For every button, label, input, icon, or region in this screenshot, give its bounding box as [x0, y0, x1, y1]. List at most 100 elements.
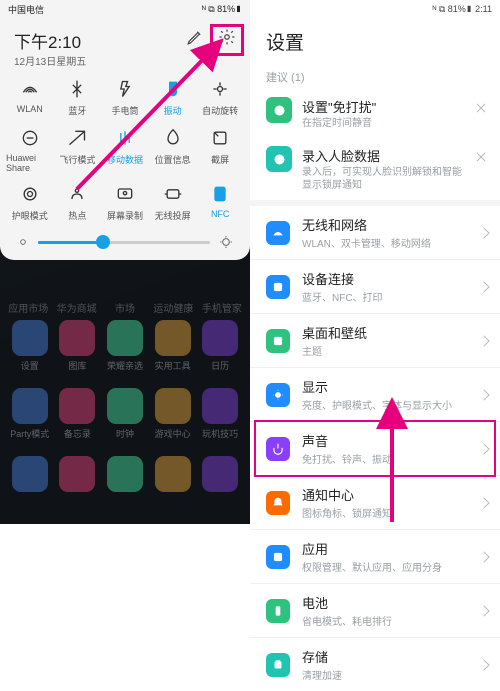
settings-row-设备连接[interactable]: 设备连接蓝牙、NFC、打印	[250, 260, 500, 314]
qs-icon	[19, 183, 41, 205]
status-bar: ᴺ ⧉ 81%▮ 2:11	[250, 0, 500, 18]
qs-label: NFC	[211, 209, 230, 219]
app-icon[interactable]: 荣耀亲选	[103, 320, 147, 372]
chevron-right-icon	[478, 551, 489, 562]
qs-tile-自动旋转[interactable]: 自动旋转	[196, 78, 244, 117]
qs-tile-护眼模式[interactable]: 护眼模式	[6, 183, 54, 222]
qs-tile-无线投屏[interactable]: 无线投屏	[149, 183, 197, 222]
qs-tile-屏幕录制[interactable]: 屏幕录制	[101, 183, 149, 222]
qs-label: 位置信息	[155, 153, 191, 166]
brightness-low-icon	[16, 235, 30, 249]
qs-label: 手电筒	[111, 104, 138, 117]
settings-row-声音[interactable]: 声音免打扰、铃声、振动	[250, 422, 500, 476]
close-icon[interactable]	[474, 101, 488, 115]
home-tab: 市场	[103, 300, 147, 315]
row-icon	[266, 653, 290, 677]
qs-icon	[209, 127, 231, 149]
qs-tile-移动数据[interactable]: 移动数据	[101, 127, 149, 173]
home-tabs: 应用市场 华为商城 市场 运动健康 手机管家	[0, 300, 250, 315]
qs-label: 振动	[164, 104, 182, 117]
app-icon[interactable]: 玩机技巧	[198, 388, 242, 440]
app-icon[interactable]	[103, 456, 147, 495]
qs-label: 无线投屏	[155, 209, 191, 222]
qs-label: WLAN	[17, 104, 43, 114]
row-title: 存储	[302, 647, 468, 666]
qs-tile-WLAN[interactable]: WLAN	[6, 78, 54, 117]
row-sub: 蓝牙、NFC、打印	[302, 289, 468, 304]
qs-icon	[66, 127, 88, 149]
qs-icon	[66, 183, 88, 205]
settings-row-电池[interactable]: 电池省电模式、耗电排行	[250, 584, 500, 638]
app-icon[interactable]: 备忘录	[55, 388, 99, 440]
row-title: 电池	[302, 593, 468, 612]
chevron-right-icon	[478, 659, 489, 670]
app-icon[interactable]: 游戏中心	[151, 388, 195, 440]
suggestion-title: 录入人脸数据	[302, 146, 464, 165]
qs-icon	[209, 78, 231, 100]
qs-label: 屏幕录制	[107, 209, 143, 222]
qs-icon	[19, 127, 41, 149]
qs-tile-Huawei Share[interactable]: Huawei Share	[6, 127, 54, 173]
qs-label: 护眼模式	[12, 209, 48, 222]
qs-tile-热点[interactable]: 热点	[54, 183, 102, 222]
settings-row-桌面和壁纸[interactable]: 桌面和壁纸主题	[250, 314, 500, 368]
qs-icon	[162, 127, 184, 149]
app-icon[interactable]	[198, 456, 242, 495]
row-title: 设备连接	[302, 269, 468, 288]
row-sub: 图标角标、锁屏通知	[302, 505, 468, 520]
settings-row-显示[interactable]: 显示亮度、护眼模式、字体与显示大小	[250, 368, 500, 422]
close-icon[interactable]	[474, 150, 488, 164]
suggestion-row[interactable]: 录入人脸数据录入后，可实现人脸识别解锁和智能显示锁屏通知	[250, 138, 500, 200]
row-icon	[266, 383, 290, 407]
qs-icon	[162, 78, 184, 100]
qs-tile-位置信息[interactable]: 位置信息	[149, 127, 197, 173]
chevron-right-icon	[478, 605, 489, 616]
settings-row-无线和网络[interactable]: 无线和网络WLAN、双卡管理、移动网络	[250, 206, 500, 260]
app-icon[interactable]: 图库	[55, 320, 99, 372]
app-icon[interactable]	[8, 456, 52, 495]
qs-tile-NFC[interactable]: NFC	[196, 183, 244, 222]
settings-row-存储[interactable]: 存储清理加速	[250, 638, 500, 691]
app-icon[interactable]: 实用工具	[151, 320, 195, 372]
suggestion-sub: 录入后，可实现人脸识别解锁和智能显示锁屏通知	[302, 166, 464, 192]
app-icon[interactable]: 时钟	[103, 388, 147, 440]
app-icon[interactable]: Party模式	[8, 388, 52, 440]
auto-brightness-icon[interactable]	[218, 234, 234, 250]
settings-row-通知中心[interactable]: 通知中心图标角标、锁屏通知	[250, 476, 500, 530]
brightness-slider[interactable]	[6, 226, 244, 250]
home-tab: 应用市场	[6, 300, 50, 315]
row-icon	[266, 329, 290, 353]
app-icon[interactable]	[151, 456, 195, 495]
row-title: 无线和网络	[302, 215, 468, 234]
row-sub: 免打扰、铃声、振动	[302, 451, 468, 466]
row-title: 显示	[302, 377, 468, 396]
annotation-box-settings	[210, 24, 244, 56]
suggestion-icon	[266, 97, 292, 123]
home-tab: 运动健康	[151, 300, 195, 315]
qs-tile-飞行模式[interactable]: 飞行模式	[54, 127, 102, 173]
qs-icon	[66, 78, 88, 100]
qs-tile-振动[interactable]: 振动	[149, 78, 197, 117]
app-icon[interactable]: 日历	[198, 320, 242, 372]
qs-label: 截屏	[211, 153, 229, 166]
suggestions-label: 建议 (1)	[250, 63, 500, 89]
qs-tile-蓝牙[interactable]: 蓝牙	[54, 78, 102, 117]
qs-label: 飞行模式	[59, 153, 95, 166]
status-bar: 中国电信 ᴺ ⧉ 81%▮	[0, 0, 250, 18]
qs-icon	[114, 127, 136, 149]
chevron-right-icon	[478, 497, 489, 508]
edit-icon[interactable]	[186, 28, 204, 46]
suggestion-row[interactable]: 设置"免打扰"在指定时间静音	[250, 89, 500, 138]
qs-label: 蓝牙	[68, 104, 86, 117]
app-icon[interactable]: 设置	[8, 320, 52, 372]
row-sub: 省电模式、耗电排行	[302, 613, 468, 628]
row-sub: 主题	[302, 343, 468, 358]
qs-tile-截屏[interactable]: 截屏	[196, 127, 244, 173]
qs-tile-手电筒[interactable]: 手电筒	[101, 78, 149, 117]
settings-row-应用[interactable]: 应用权限管理、默认应用、应用分身	[250, 530, 500, 584]
home-tab: 华为商城	[54, 300, 98, 315]
row-icon	[266, 275, 290, 299]
row-sub: 清理加速	[302, 667, 468, 682]
row-sub: 亮度、护眼模式、字体与显示大小	[302, 397, 468, 412]
app-icon[interactable]	[55, 456, 99, 495]
